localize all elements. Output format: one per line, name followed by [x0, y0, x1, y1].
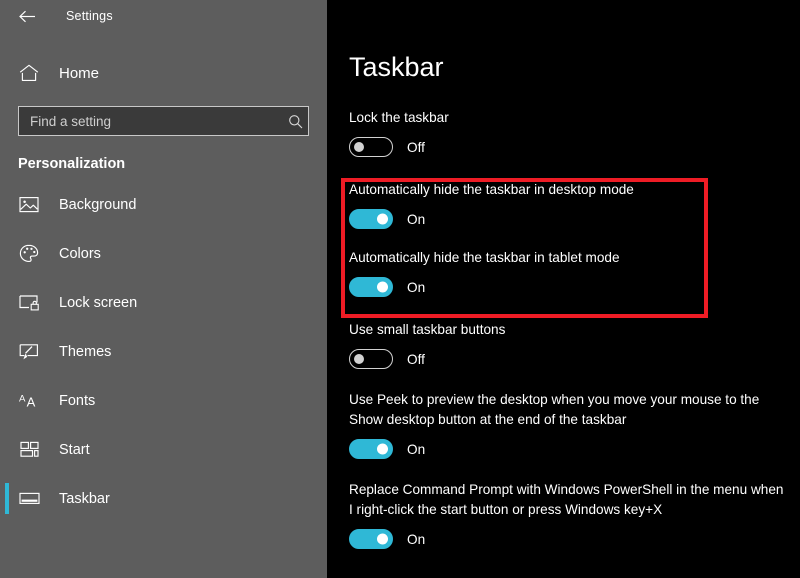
sidebar-nav: Background Colors [0, 188, 327, 515]
toggle-row: On [349, 438, 789, 460]
lock-screen-icon [18, 292, 40, 314]
sidebar-item-home-label: Home [59, 65, 99, 82]
setting-label: Use small taskbar buttons [349, 320, 789, 340]
sidebar-item-start[interactable]: Start [0, 433, 327, 466]
sidebar-item-lock-screen-label: Lock screen [59, 295, 137, 311]
sidebar-item-start-label: Start [59, 442, 90, 458]
toggle-auto-hide-tablet-mode[interactable] [349, 277, 393, 297]
toggle-row: Off [349, 348, 789, 370]
settings-list: Lock the taskbar Off Automatically hide … [349, 108, 789, 550]
toggle-row: On [349, 276, 789, 298]
setting-label: Use Peek to preview the desktop when you… [349, 390, 789, 430]
settings-window: Settings Home Personalization [0, 0, 800, 578]
toggle-state-label: Off [407, 140, 425, 155]
setting-lock-the-taskbar: Lock the taskbar Off [349, 108, 789, 158]
toggle-row: Off [349, 136, 789, 158]
search-box[interactable] [18, 106, 309, 136]
setting-label: Automatically hide the taskbar in deskto… [349, 180, 789, 200]
sidebar: Settings Home Personalization [0, 0, 327, 578]
toggle-knob [377, 534, 388, 545]
toggle-state-label: On [407, 280, 425, 295]
app-title: Settings [66, 9, 113, 23]
taskbar-icon [18, 488, 40, 510]
sidebar-item-fonts-label: Fonts [59, 393, 95, 409]
toggle-row: On [349, 208, 789, 230]
toggle-knob [354, 142, 364, 152]
sidebar-item-fonts[interactable]: A A Fonts [0, 384, 327, 417]
svg-text:A: A [26, 394, 35, 409]
toggle-replace-command-prompt[interactable] [349, 529, 393, 549]
toggle-state-label: Off [407, 352, 425, 367]
toggle-knob [377, 444, 388, 455]
main-content: Taskbar Lock the taskbar Off Automatical… [327, 0, 800, 578]
search-icon[interactable] [282, 107, 308, 135]
sidebar-item-lock-screen[interactable]: Lock screen [0, 286, 327, 319]
toggle-auto-hide-desktop-mode[interactable] [349, 209, 393, 229]
search-input[interactable] [19, 107, 282, 135]
sidebar-item-home[interactable]: Home [0, 56, 327, 90]
toggle-use-small-taskbar-buttons[interactable] [349, 349, 393, 369]
toggle-state-label: On [407, 442, 425, 457]
sidebar-item-themes-label: Themes [59, 344, 111, 360]
toggle-state-label: On [407, 212, 425, 227]
toggle-lock-the-taskbar[interactable] [349, 137, 393, 157]
image-icon [18, 194, 40, 216]
setting-auto-hide-desktop-mode: Automatically hide the taskbar in deskto… [349, 180, 789, 230]
sidebar-item-colors[interactable]: Colors [0, 237, 327, 270]
home-icon [18, 62, 40, 84]
setting-use-small-taskbar-buttons: Use small taskbar buttons Off [349, 320, 789, 370]
sidebar-section-title: Personalization [18, 156, 327, 172]
toggle-state-label: On [407, 532, 425, 547]
palette-icon [18, 243, 40, 265]
setting-label: Lock the taskbar [349, 108, 789, 128]
toggle-use-peek[interactable] [349, 439, 393, 459]
toggle-row: On [349, 528, 789, 550]
selection-indicator [5, 483, 9, 514]
sidebar-item-taskbar[interactable]: Taskbar [0, 482, 327, 515]
setting-label: Replace Command Prompt with Windows Powe… [349, 480, 789, 520]
sidebar-item-background-label: Background [59, 197, 136, 213]
fonts-aa-icon: A A [18, 390, 40, 412]
title-bar: Settings [0, 0, 327, 32]
sidebar-item-themes[interactable]: Themes [0, 335, 327, 368]
setting-auto-hide-tablet-mode: Automatically hide the taskbar in tablet… [349, 248, 789, 298]
themes-brush-icon [18, 341, 40, 363]
svg-text:A: A [19, 393, 26, 404]
setting-replace-command-prompt: Replace Command Prompt with Windows Powe… [349, 480, 789, 550]
setting-use-peek: Use Peek to preview the desktop when you… [349, 390, 789, 460]
toggle-knob [377, 282, 388, 293]
start-tiles-icon [18, 439, 40, 461]
toggle-knob [377, 214, 388, 225]
back-arrow-icon[interactable] [14, 4, 40, 28]
sidebar-item-colors-label: Colors [59, 246, 101, 262]
page-title: Taskbar [349, 54, 444, 81]
setting-label: Automatically hide the taskbar in tablet… [349, 248, 789, 268]
sidebar-item-background[interactable]: Background [0, 188, 327, 221]
sidebar-item-taskbar-label: Taskbar [59, 491, 110, 507]
toggle-knob [354, 354, 364, 364]
